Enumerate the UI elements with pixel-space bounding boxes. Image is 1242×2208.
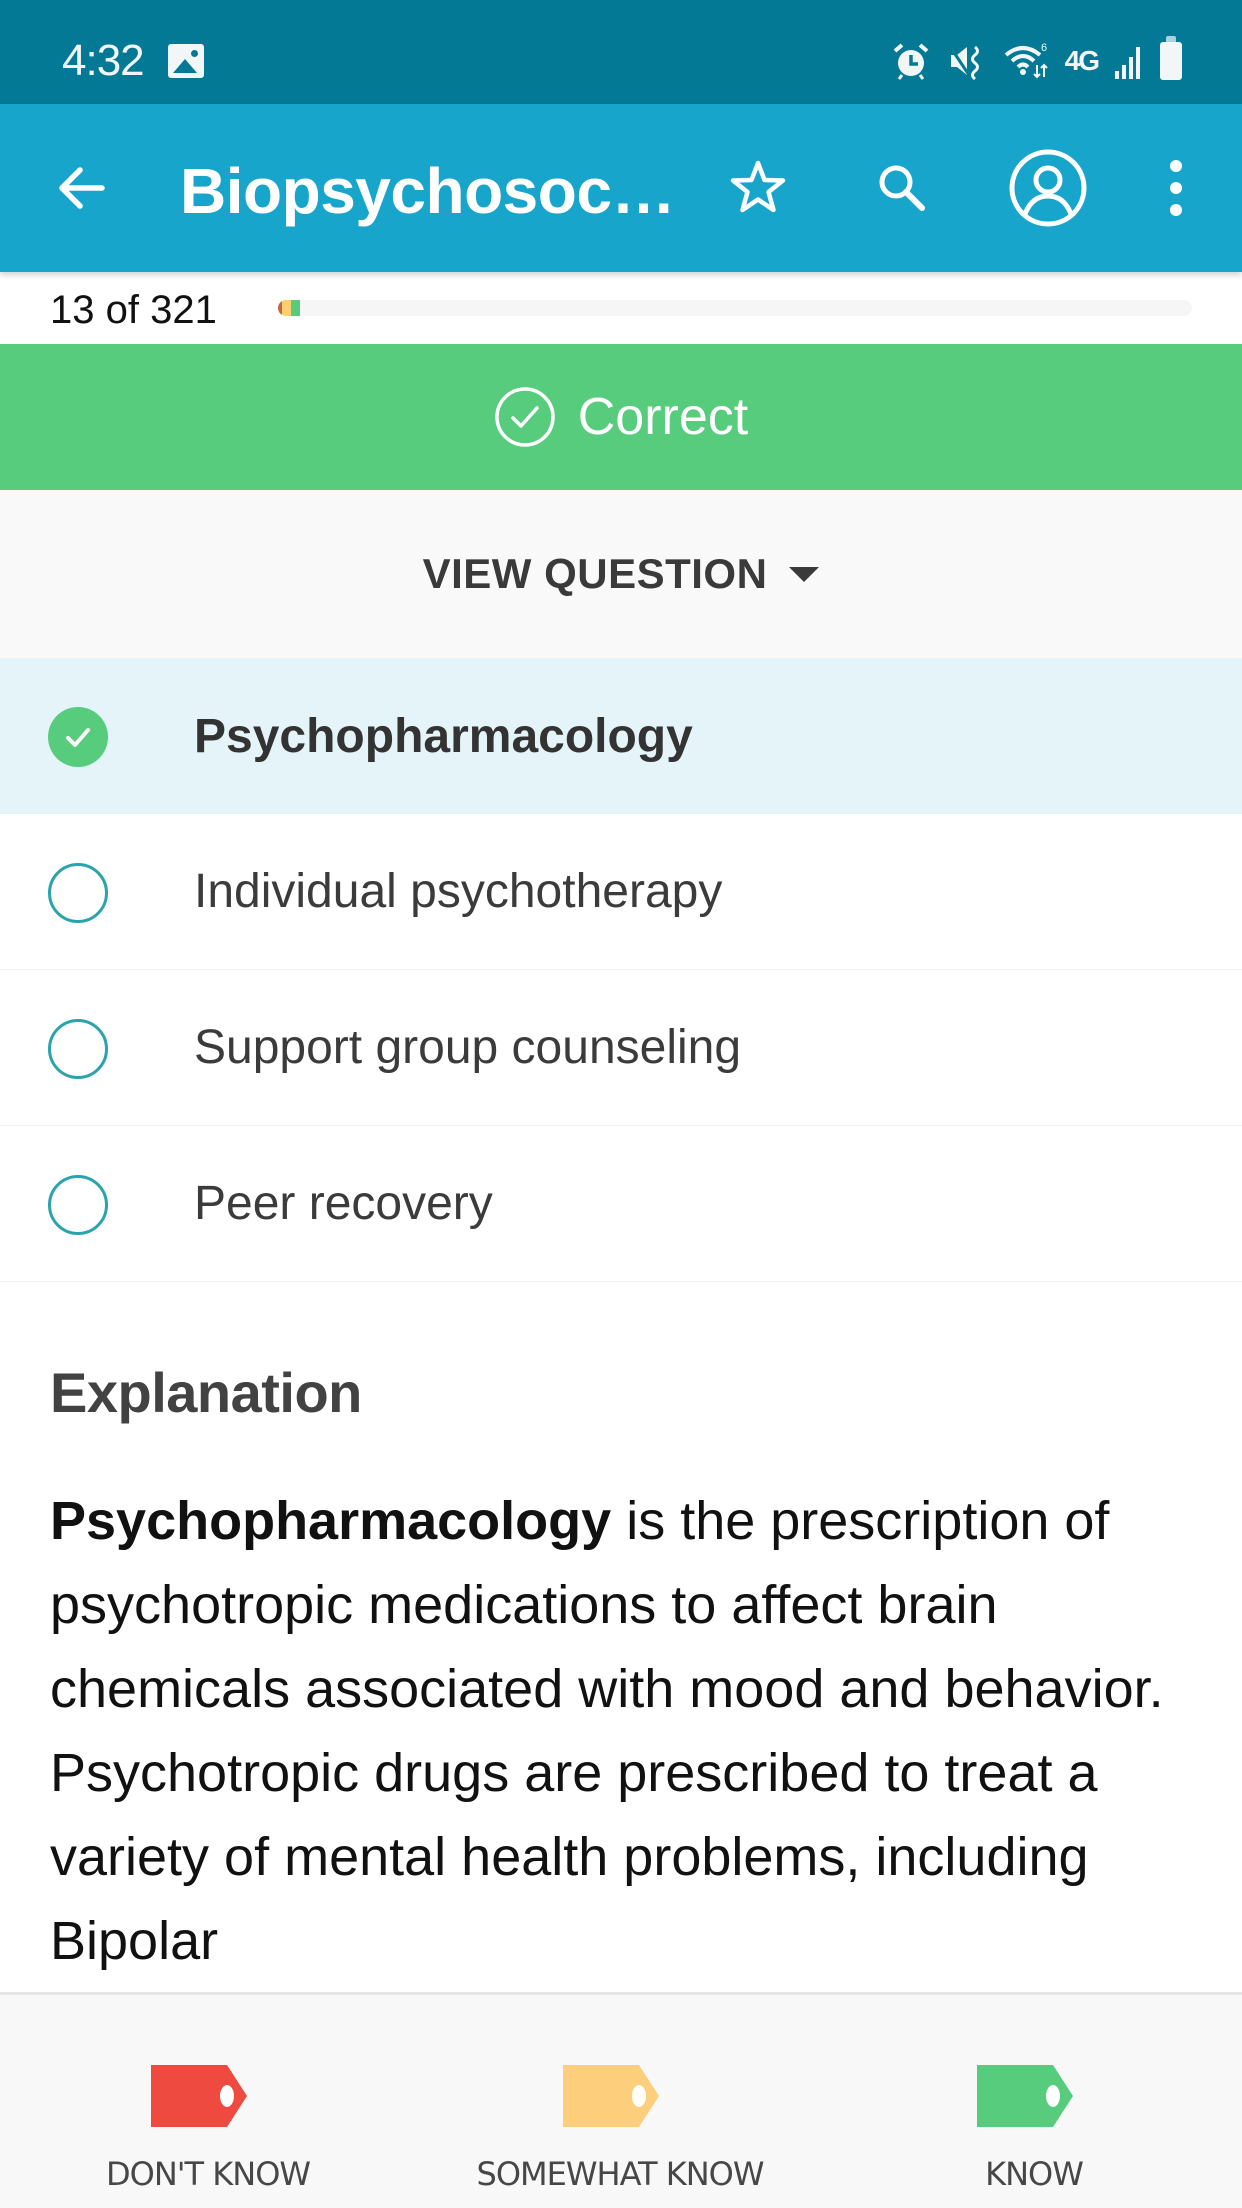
more-options-button[interactable] bbox=[1136, 148, 1216, 228]
answer-text: Individual psychotherapy bbox=[194, 865, 723, 918]
radio-icon bbox=[48, 1019, 108, 1079]
result-banner: Correct bbox=[0, 344, 1242, 490]
tag-icon bbox=[563, 2065, 659, 2127]
profile-icon bbox=[1009, 149, 1087, 227]
explanation-term: Psychopharmacology bbox=[50, 1491, 612, 1551]
progress-bar bbox=[278, 300, 1192, 316]
profile-button[interactable] bbox=[1008, 148, 1088, 228]
wifi-icon: 6 bbox=[1003, 41, 1049, 81]
more-vert-icon bbox=[1170, 160, 1182, 216]
rating-bar: DON'T KNOW SOMEWHAT KNOW KNOW bbox=[0, 1992, 1242, 2208]
explanation-body: Psychopharmacology is the prescription o… bbox=[50, 1479, 1200, 1983]
back-button[interactable] bbox=[48, 156, 112, 220]
vibrate-mute-icon bbox=[947, 41, 987, 81]
status-bar: 4:32 6 4G bbox=[0, 0, 1242, 104]
answer-list: Psychopharmacology Individual psychother… bbox=[0, 658, 1242, 1282]
svg-text:6: 6 bbox=[1041, 42, 1047, 54]
tag-icon bbox=[151, 2065, 247, 2127]
lte-icon: 4G bbox=[1064, 45, 1100, 76]
progress-row: 13 of 321 bbox=[0, 272, 1242, 344]
view-question-label: VIEW QUESTION bbox=[422, 550, 768, 597]
page-title: Biopsychosoc… bbox=[180, 155, 675, 227]
search-button[interactable] bbox=[862, 148, 942, 228]
status-time: 4:32 bbox=[62, 36, 145, 85]
explanation-section: Explanation Psychopharmacology is the pr… bbox=[50, 1360, 1200, 1983]
check-circle-icon bbox=[495, 387, 555, 447]
result-label: Correct bbox=[577, 388, 749, 446]
status-icons: 6 4G bbox=[891, 36, 1182, 84]
radio-icon bbox=[48, 1175, 108, 1235]
caret-down-icon bbox=[789, 566, 820, 582]
answer-option[interactable]: Individual psychotherapy bbox=[0, 814, 1242, 970]
signal-icon bbox=[1114, 43, 1144, 79]
bookmark-button[interactable] bbox=[718, 148, 798, 228]
alarm-icon bbox=[891, 41, 931, 81]
progress-count: 13 of 321 bbox=[50, 288, 217, 332]
somewhat-know-label: SOMEWHAT KNOW bbox=[476, 2155, 765, 2193]
star-icon bbox=[730, 160, 786, 213]
battery-icon bbox=[1160, 36, 1182, 80]
tag-icon bbox=[977, 2065, 1073, 2127]
answer-option[interactable]: Peer recovery bbox=[0, 1126, 1242, 1282]
search-icon bbox=[879, 165, 925, 211]
progress-segment-know bbox=[291, 300, 300, 316]
somewhat-know-button[interactable]: SOMEWHAT KNOW bbox=[460, 2065, 780, 2193]
view-question-button[interactable]: VIEW QUESTION bbox=[423, 550, 820, 598]
radio-icon bbox=[48, 863, 108, 923]
answer-option[interactable]: Psychopharmacology bbox=[0, 658, 1242, 814]
view-question-area: VIEW QUESTION bbox=[0, 490, 1242, 658]
dont-know-button[interactable]: DON'T KNOW bbox=[48, 2065, 368, 2193]
answer-text: Peer recovery bbox=[194, 1177, 493, 1230]
answer-option[interactable]: Support group counseling bbox=[0, 970, 1242, 1126]
answer-text: Psychopharmacology bbox=[194, 709, 693, 763]
know-label: KNOW bbox=[985, 2155, 1084, 2193]
app-bar: Biopsychosoc… bbox=[0, 104, 1242, 272]
check-icon bbox=[48, 707, 108, 767]
progress-segment-somewhat-know bbox=[282, 300, 291, 316]
explanation-text: is the prescription of psychotropic medi… bbox=[50, 1491, 1164, 1971]
gallery-icon bbox=[168, 44, 204, 78]
dont-know-label: DON'T KNOW bbox=[105, 2155, 311, 2193]
explanation-title: Explanation bbox=[50, 1361, 362, 1424]
answer-text: Support group counseling bbox=[194, 1021, 742, 1074]
know-button[interactable]: KNOW bbox=[874, 2065, 1194, 2193]
back-arrow-icon bbox=[59, 167, 105, 209]
